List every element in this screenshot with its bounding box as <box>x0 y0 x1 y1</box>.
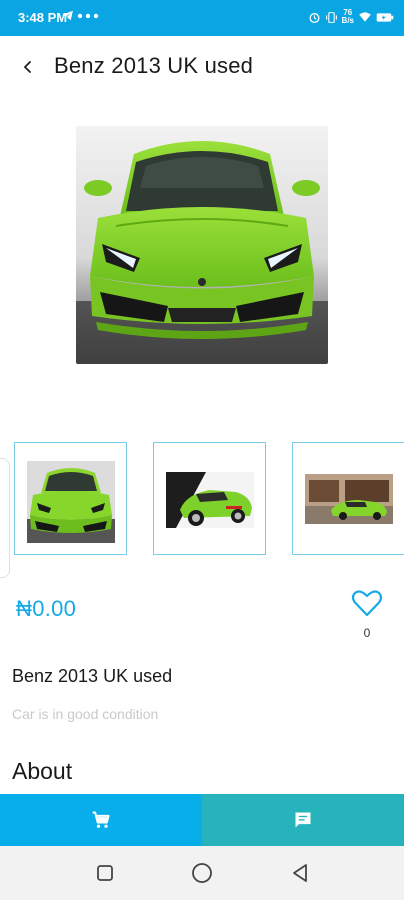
like-count: 0 <box>363 626 371 640</box>
add-to-cart-button[interactable] <box>0 794 202 846</box>
product-description: Car is in good condition <box>12 706 159 722</box>
like-button[interactable] <box>351 587 383 619</box>
battery-charging-icon <box>376 12 394 22</box>
triangle-back-icon <box>293 864 307 882</box>
about-heading: About <box>12 758 73 784</box>
car-front-image <box>76 126 328 364</box>
heart-icon <box>351 590 383 617</box>
app-header: Benz 2013 UK used <box>0 36 404 98</box>
alarm-icon <box>309 12 320 23</box>
system-back-button[interactable] <box>287 860 313 886</box>
thumbnail-3[interactable] <box>292 442 404 555</box>
product-name: Benz 2013 UK used <box>12 666 173 686</box>
circle-home-icon <box>192 863 212 883</box>
square-recent-icon <box>97 865 113 881</box>
thumbnail-1-image <box>27 461 115 543</box>
back-button[interactable] <box>14 53 42 81</box>
action-bar <box>0 794 404 846</box>
main-product-image[interactable] <box>76 126 328 364</box>
recent-apps-button[interactable] <box>92 860 118 886</box>
status-icons-right: 76 B/s <box>308 9 394 25</box>
product-price: ₦0.00 <box>16 596 77 621</box>
home-button[interactable] <box>189 860 215 886</box>
telegram-icon <box>62 10 73 21</box>
chat-icon <box>295 812 311 828</box>
more-dots-icon <box>77 13 99 18</box>
thumbnail-2-image <box>166 472 254 528</box>
status-bar: 3:48 PM 76 B/s <box>0 0 404 36</box>
network-speed-unit: B/s <box>341 16 354 25</box>
cart-icon <box>92 811 110 828</box>
thumbnail-3-image <box>305 474 393 524</box>
vibrate-icon <box>325 11 337 23</box>
wifi-icon <box>359 12 371 22</box>
chevron-left-icon <box>23 61 31 73</box>
system-nav-bar <box>0 846 404 900</box>
page-title: Benz 2013 UK used <box>54 53 254 78</box>
thumbnail-2[interactable] <box>153 442 266 555</box>
status-time: 3:48 PM <box>18 10 68 25</box>
network-speed: 76 B/s <box>342 9 354 25</box>
thumbnail-1[interactable] <box>14 442 127 555</box>
side-drawer-tab[interactable] <box>0 458 10 578</box>
status-icons-left <box>61 9 99 22</box>
chat-button[interactable] <box>202 794 404 846</box>
